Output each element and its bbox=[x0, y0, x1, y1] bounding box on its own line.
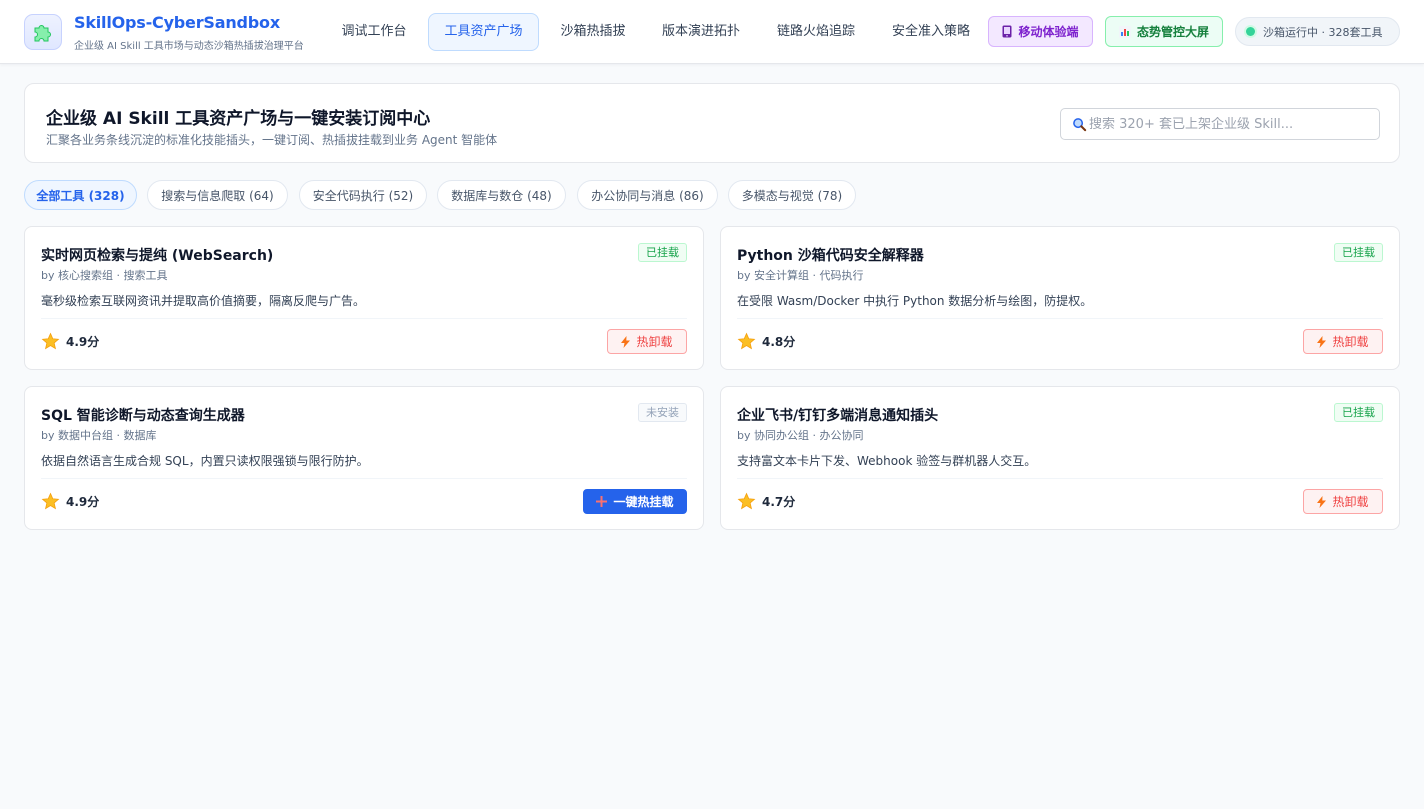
filter-chip-all[interactable]: 全部工具 (328) bbox=[24, 180, 137, 210]
rating: 4.8分 bbox=[737, 332, 795, 351]
sandbox-status-text: 沙箱运行中 · 328套工具 bbox=[1263, 25, 1383, 39]
page-subtitle: 汇聚各业务条线沉淀的标准化技能插头，一键订阅、热插拔挂载到业务 Agent 智能… bbox=[46, 133, 498, 147]
nav-version-topology[interactable]: 版本演进拓扑 bbox=[648, 13, 754, 51]
skill-card-meta: by 安全计算组 · 代码执行 bbox=[737, 269, 864, 282]
skill-card-meta: by 核心搜索组 · 搜索工具 bbox=[41, 269, 168, 282]
skill-card[interactable]: SQL 智能诊断与动态查询生成器 未安装 by 数据中台组 · 数据库 依据自然… bbox=[24, 386, 704, 530]
filter-chip-database[interactable]: 数据库与数仓 (48) bbox=[437, 180, 566, 210]
nav-debug-workbench[interactable]: 调试工作台 bbox=[330, 13, 418, 51]
skill-card-title[interactable]: SQL 智能诊断与动态查询生成器 bbox=[41, 405, 245, 425]
card-divider bbox=[737, 318, 1383, 319]
puzzle-icon bbox=[34, 25, 51, 42]
rating: 4.9分 bbox=[41, 332, 99, 351]
mobile-experience-label: 移动体验端 bbox=[1018, 25, 1079, 39]
skill-card[interactable]: 实时网页检索与提纯 (WebSearch) 已挂载 by 核心搜索组 · 搜索工… bbox=[24, 226, 704, 370]
star-icon bbox=[737, 492, 756, 510]
card-divider bbox=[41, 478, 687, 479]
card-divider bbox=[737, 478, 1383, 479]
skill-card-description: 毫秒级检索互联网资讯并提取高价值摘要，隔离反爬与广告。 bbox=[41, 294, 366, 308]
skill-card[interactable]: 企业飞书/钉钉多端消息通知插头 已挂载 by 协同办公组 · 办公协同 支持富文… bbox=[720, 386, 1400, 530]
marketplace-hero-panel: 企业级 AI Skill 工具资产广场与一键安装订阅中心 汇聚各业务条线沉淀的标… bbox=[24, 83, 1400, 163]
skill-card-title[interactable]: 企业飞书/钉钉多端消息通知插头 bbox=[737, 405, 938, 425]
status-dot-icon bbox=[1246, 27, 1255, 36]
hot-unmount-button[interactable]: 热卸载 bbox=[1303, 329, 1383, 354]
top-header: SkillOps-CyberSandbox 企业级 AI Skill 工具市场与… bbox=[0, 0, 1424, 64]
rating-value: 4.8分 bbox=[762, 335, 796, 349]
mobile-experience-button[interactable]: 移动体验端 bbox=[988, 16, 1093, 47]
search-box[interactable] bbox=[1060, 108, 1380, 140]
rating: 4.7分 bbox=[737, 492, 795, 511]
filter-chip-multimodal[interactable]: 多模态与视觉 (78) bbox=[728, 180, 856, 210]
rating-value: 4.9分 bbox=[66, 335, 100, 349]
status-badge: 未安装 bbox=[638, 403, 687, 422]
hot-mount-label: 一键热挂载 bbox=[613, 495, 674, 509]
skill-card-description: 依据自然语言生成合规 SQL，内置只读权限强锁与限行防护。 bbox=[41, 454, 369, 468]
hot-unmount-label: 热卸载 bbox=[636, 335, 673, 349]
hot-unmount-label: 热卸载 bbox=[1332, 335, 1369, 349]
bolt-icon bbox=[1317, 335, 1327, 348]
nav-tool-marketplace[interactable]: 工具资产广场 bbox=[428, 13, 539, 51]
skill-card-description: 支持富文本卡片下发、Webhook 验签与群机器人交互。 bbox=[737, 454, 1037, 468]
filter-chip-search-crawl[interactable]: 搜索与信息爬取 (64) bbox=[147, 180, 288, 210]
skill-card-description: 在受限 Wasm/Docker 中执行 Python 数据分析与绘图，防提权。 bbox=[737, 294, 1093, 308]
page-title: 企业级 AI Skill 工具资产广场与一键安装订阅中心 bbox=[46, 109, 431, 129]
skill-card[interactable]: Python 沙箱代码安全解释器 已挂载 by 安全计算组 · 代码执行 在受限… bbox=[720, 226, 1400, 370]
sandbox-status-badge: 沙箱运行中 · 328套工具 bbox=[1235, 17, 1400, 46]
card-divider bbox=[41, 318, 687, 319]
brand-subtitle: 企业级 AI Skill 工具市场与动态沙箱热插拔治理平台 bbox=[74, 41, 304, 52]
bolt-icon bbox=[1317, 495, 1327, 508]
hot-mount-button[interactable]: 一键热挂载 bbox=[583, 489, 687, 514]
search-icon bbox=[1073, 117, 1087, 131]
phone-icon bbox=[1002, 25, 1012, 38]
status-badge: 已挂载 bbox=[638, 243, 687, 262]
situation-screen-label: 态势管控大屏 bbox=[1136, 25, 1209, 39]
nav-flame-tracing[interactable]: 链路火焰追踪 bbox=[763, 13, 869, 51]
skill-card-title[interactable]: Python 沙箱代码安全解释器 bbox=[737, 245, 924, 265]
hot-unmount-button[interactable]: 热卸载 bbox=[1303, 489, 1383, 514]
star-icon bbox=[41, 492, 60, 510]
skill-card-meta: by 数据中台组 · 数据库 bbox=[41, 429, 157, 442]
brand-title[interactable]: SkillOps-CyberSandbox bbox=[74, 13, 280, 32]
hot-unmount-label: 热卸载 bbox=[1332, 495, 1369, 509]
status-badge: 已挂载 bbox=[1334, 243, 1383, 262]
search-input[interactable] bbox=[1089, 116, 1369, 132]
nav-sandbox-hotplug[interactable]: 沙箱热插拔 bbox=[549, 13, 637, 51]
rating-value: 4.9分 bbox=[66, 495, 100, 509]
skill-card-meta: by 协同办公组 · 办公协同 bbox=[737, 429, 864, 442]
nav-security-policy[interactable]: 安全准入策略 bbox=[878, 13, 984, 51]
filter-chip-office-messaging[interactable]: 办公协同与消息 (86) bbox=[577, 180, 718, 210]
star-icon bbox=[41, 332, 60, 350]
star-icon bbox=[737, 332, 756, 350]
plus-icon bbox=[596, 496, 608, 507]
filter-chip-code-exec[interactable]: 安全代码执行 (52) bbox=[299, 180, 427, 210]
skill-card-title[interactable]: 实时网页检索与提纯 (WebSearch) bbox=[41, 245, 273, 265]
logo[interactable] bbox=[24, 14, 62, 50]
rating: 4.9分 bbox=[41, 492, 99, 511]
rating-value: 4.7分 bbox=[762, 495, 796, 509]
hot-unmount-button[interactable]: 热卸载 bbox=[607, 329, 687, 354]
situation-screen-button[interactable]: 态势管控大屏 bbox=[1105, 16, 1223, 47]
bar-chart-icon bbox=[1118, 25, 1131, 38]
bolt-icon bbox=[621, 335, 631, 348]
status-badge: 已挂载 bbox=[1334, 403, 1383, 422]
